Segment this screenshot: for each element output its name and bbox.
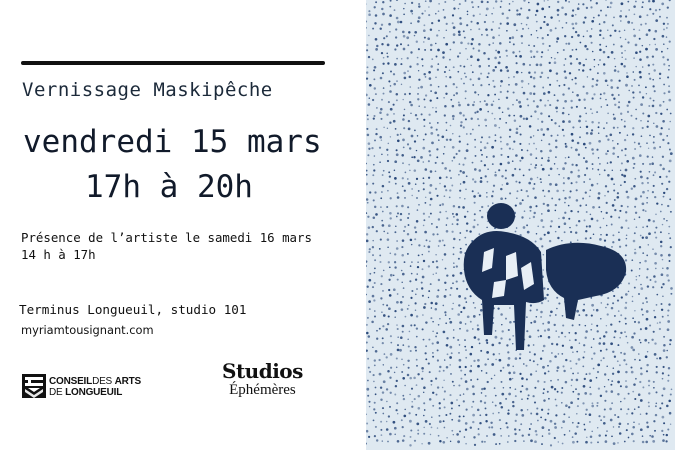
artwork-image [366,0,675,450]
longueuil-word: LONGUEUIL [65,387,123,398]
event-date: vendredi 15 mars [23,124,322,160]
ephemeres-word: Éphémères [229,382,296,398]
artist-presence: Présence de l’artiste le samedi 16 mars … [21,229,312,263]
event-title: Vernissage Maskipêche [22,79,273,101]
conseil-word: CONSEIL [49,376,93,387]
venue-address: Terminus Longueuil, studio 101 [19,302,247,317]
studios-word: Studios [222,359,303,383]
conseil-des-arts-wordmark: CONSEILDES ARTS DE LONGUEUIL [49,376,141,398]
stippled-figure-artwork [366,0,675,450]
de-word: DE [49,387,66,398]
des-word: DES [92,376,115,387]
website-link[interactable]: myriamtousignant.com [21,323,154,337]
conseil-des-arts-logo: CONSEILDES ARTS DE LONGUEUIL [22,374,141,400]
studios-ephemeres-logo: Studios Éphémères [222,360,303,398]
artist-presence-line-1: Présence de l’artiste le samedi 16 mars [21,230,312,245]
invitation-text-panel: Vernissage Maskipêche vendredi 15 mars 1… [0,0,366,450]
top-rule [21,61,325,65]
event-hours: 17h à 20h [85,169,253,205]
artist-presence-line-2: 14 h à 17h [21,247,96,262]
conseil-des-arts-mark-icon [22,374,46,398]
arts-word: ARTS [114,376,142,387]
